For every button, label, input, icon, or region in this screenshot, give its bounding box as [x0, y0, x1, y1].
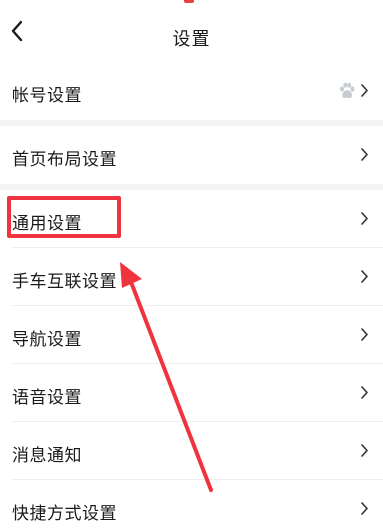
chevron-right-icon — [361, 270, 368, 283]
chevron-right-icon — [361, 444, 368, 457]
navigation-settings-label: 导航设置 — [12, 330, 82, 350]
home-layout-settings-row[interactable]: 首页布局设置 — [0, 126, 383, 184]
shortcut-settings-label: 快捷方式设置 — [12, 504, 117, 524]
account-settings-row[interactable]: 帐号设置 — [0, 62, 383, 120]
chevron-right-icon — [361, 84, 368, 97]
navigation-bar: 设置 — [0, 8, 383, 60]
general-settings-label: 通用设置 — [12, 214, 82, 234]
car-link-settings-row[interactable]: 手车互联设置 — [0, 248, 383, 306]
voice-settings-row[interactable]: 语音设置 — [0, 364, 383, 422]
paw-icon — [340, 82, 355, 98]
shortcut-settings-row[interactable]: 快捷方式设置 — [0, 480, 383, 530]
notifications-row[interactable]: 消息通知 — [0, 422, 383, 480]
general-settings-row[interactable]: 通用设置 — [0, 190, 383, 248]
navigation-settings-row[interactable]: 导航设置 — [0, 306, 383, 364]
home-layout-settings-label: 首页布局设置 — [12, 150, 117, 170]
voice-settings-label: 语音设置 — [12, 388, 82, 408]
status-bar — [0, 0, 383, 8]
chevron-right-icon — [361, 148, 368, 161]
status-indicator — [184, 0, 194, 3]
chevron-right-icon — [361, 328, 368, 341]
car-link-settings-label: 手车互联设置 — [12, 272, 117, 292]
chevron-right-icon — [361, 502, 368, 515]
settings-screen: 设置 帐号设置 首页布局设置 通用设置 手车互联设置 导航设置 语音设置 消息通… — [0, 0, 383, 530]
chevron-right-icon — [361, 386, 368, 399]
notifications-label: 消息通知 — [12, 446, 82, 466]
account-settings-label: 帐号设置 — [12, 86, 82, 106]
page-title: 设置 — [172, 29, 211, 50]
chevron-right-icon — [361, 212, 368, 225]
